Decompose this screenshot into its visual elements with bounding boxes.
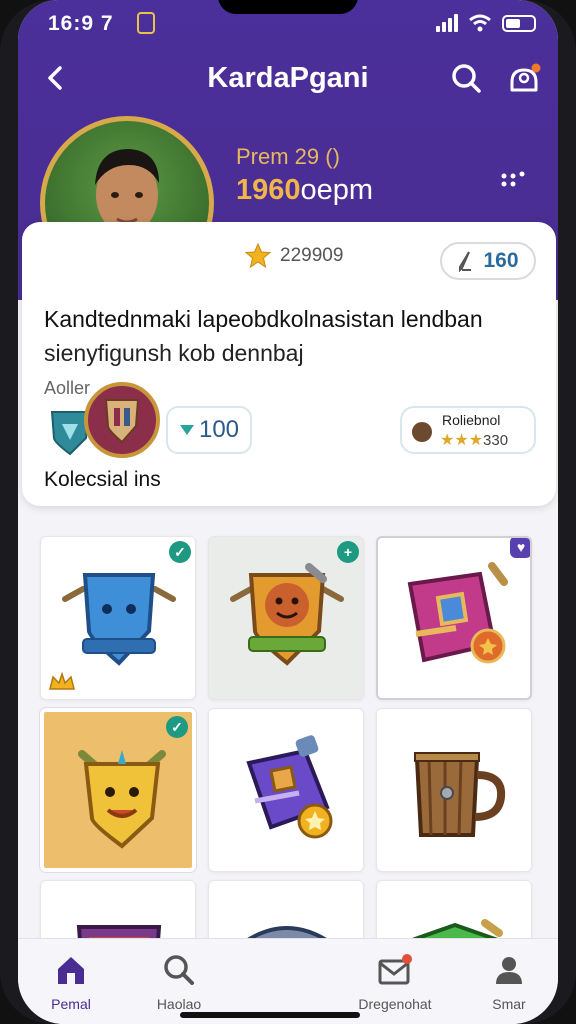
wooden-mug-icon: [414, 752, 506, 837]
tab-home[interactable]: Pemal: [26, 953, 116, 1012]
sub-label: Aoller: [44, 378, 91, 398]
gold-mask-emblem-icon: [78, 750, 166, 849]
ranking-avatar: [412, 422, 432, 442]
status-time: 16:9 7: [48, 12, 114, 35]
tab-profile[interactable]: Smar: [464, 953, 554, 1012]
tab-messages-label: Dregenohat: [358, 996, 432, 1012]
blue-shield-emblem-icon: [62, 573, 176, 666]
tab-home-label: Pemal: [51, 996, 91, 1012]
collection-heading: Kolecsial ins: [44, 468, 161, 491]
collection-item[interactable]: ♥: [376, 536, 532, 700]
collection-item[interactable]: ✓: [40, 536, 196, 700]
rank-score-number: 1960: [236, 174, 301, 206]
collection-item[interactable]: [208, 708, 364, 872]
collection-item[interactable]: +: [208, 536, 364, 700]
down-arrow-icon: [179, 425, 194, 435]
bio-line-1: Kandtednmaki lapeobdkolnasistan lendban: [44, 306, 483, 332]
heart-icon: ♥: [510, 538, 530, 558]
crest-badge-icon[interactable]: [84, 382, 160, 458]
collection-count[interactable]: 100: [166, 406, 252, 454]
profile-icon: [496, 957, 522, 984]
gold-shield-emblem-icon: [230, 563, 344, 666]
bio-line-2: sienyfigunsh kob dennbaj: [44, 340, 304, 366]
tab-profile-label: Smar: [492, 996, 526, 1012]
search-icon: [164, 955, 194, 985]
tab-messages[interactable]: Dregenohat: [350, 953, 440, 1012]
coin-balance[interactable]: 229909: [244, 242, 343, 270]
ranking-card[interactable]: Roliebnol ★★★330: [400, 406, 536, 454]
ranking-title: Roliebnol: [442, 412, 501, 428]
phone-frame: 16:9 7 KardaPgani Prem 29 () 1960oepm 22…: [0, 0, 576, 1024]
battery-icon: [502, 14, 536, 32]
crest-emblem: [104, 399, 140, 444]
pink-gem-emblem-icon: [407, 562, 508, 664]
status-app-icon: [137, 12, 155, 34]
collection-item[interactable]: ✓: [40, 708, 196, 872]
mail-icon: [378, 954, 412, 985]
collection-item[interactable]: [376, 708, 532, 872]
app-screen: 16:9 7 KardaPgani Prem 29 () 1960oepm 22…: [18, 0, 558, 1024]
pencil-icon: [459, 251, 472, 272]
signal-icon: [436, 14, 458, 32]
home-indicator[interactable]: [180, 1012, 360, 1018]
rank-score-suffix: oepm: [300, 174, 374, 206]
profile-card: 229909 160 Kandtednmaki lapeobdkolnasist…: [22, 222, 556, 506]
rank-score: 1960oepm: [236, 174, 373, 207]
camera-notch: [218, 0, 358, 14]
tab-search-label: Haolao: [156, 996, 202, 1012]
coin-value: 229909: [280, 245, 344, 266]
search-button[interactable]: [448, 60, 484, 96]
wifi-icon: [469, 14, 491, 32]
stat-pill[interactable]: 160: [440, 242, 536, 280]
notification-button[interactable]: [504, 60, 544, 96]
ranking-value: 330: [483, 432, 509, 449]
status-icons: [436, 14, 536, 32]
count-value: 100: [198, 416, 240, 443]
crown-icon: [49, 671, 75, 690]
tab-search[interactable]: Haolao: [134, 953, 224, 1012]
stat-value: 160: [483, 249, 519, 272]
home-icon: [58, 957, 84, 984]
more-options-button[interactable]: [498, 170, 528, 190]
rank-label: Prem 29 (): [236, 144, 340, 169]
star-icon: [244, 242, 272, 269]
top-bar: KardaPgani: [18, 50, 558, 106]
purple-bottle-emblem-icon: [246, 735, 333, 839]
ranking-stars: ★★★330: [440, 432, 509, 449]
